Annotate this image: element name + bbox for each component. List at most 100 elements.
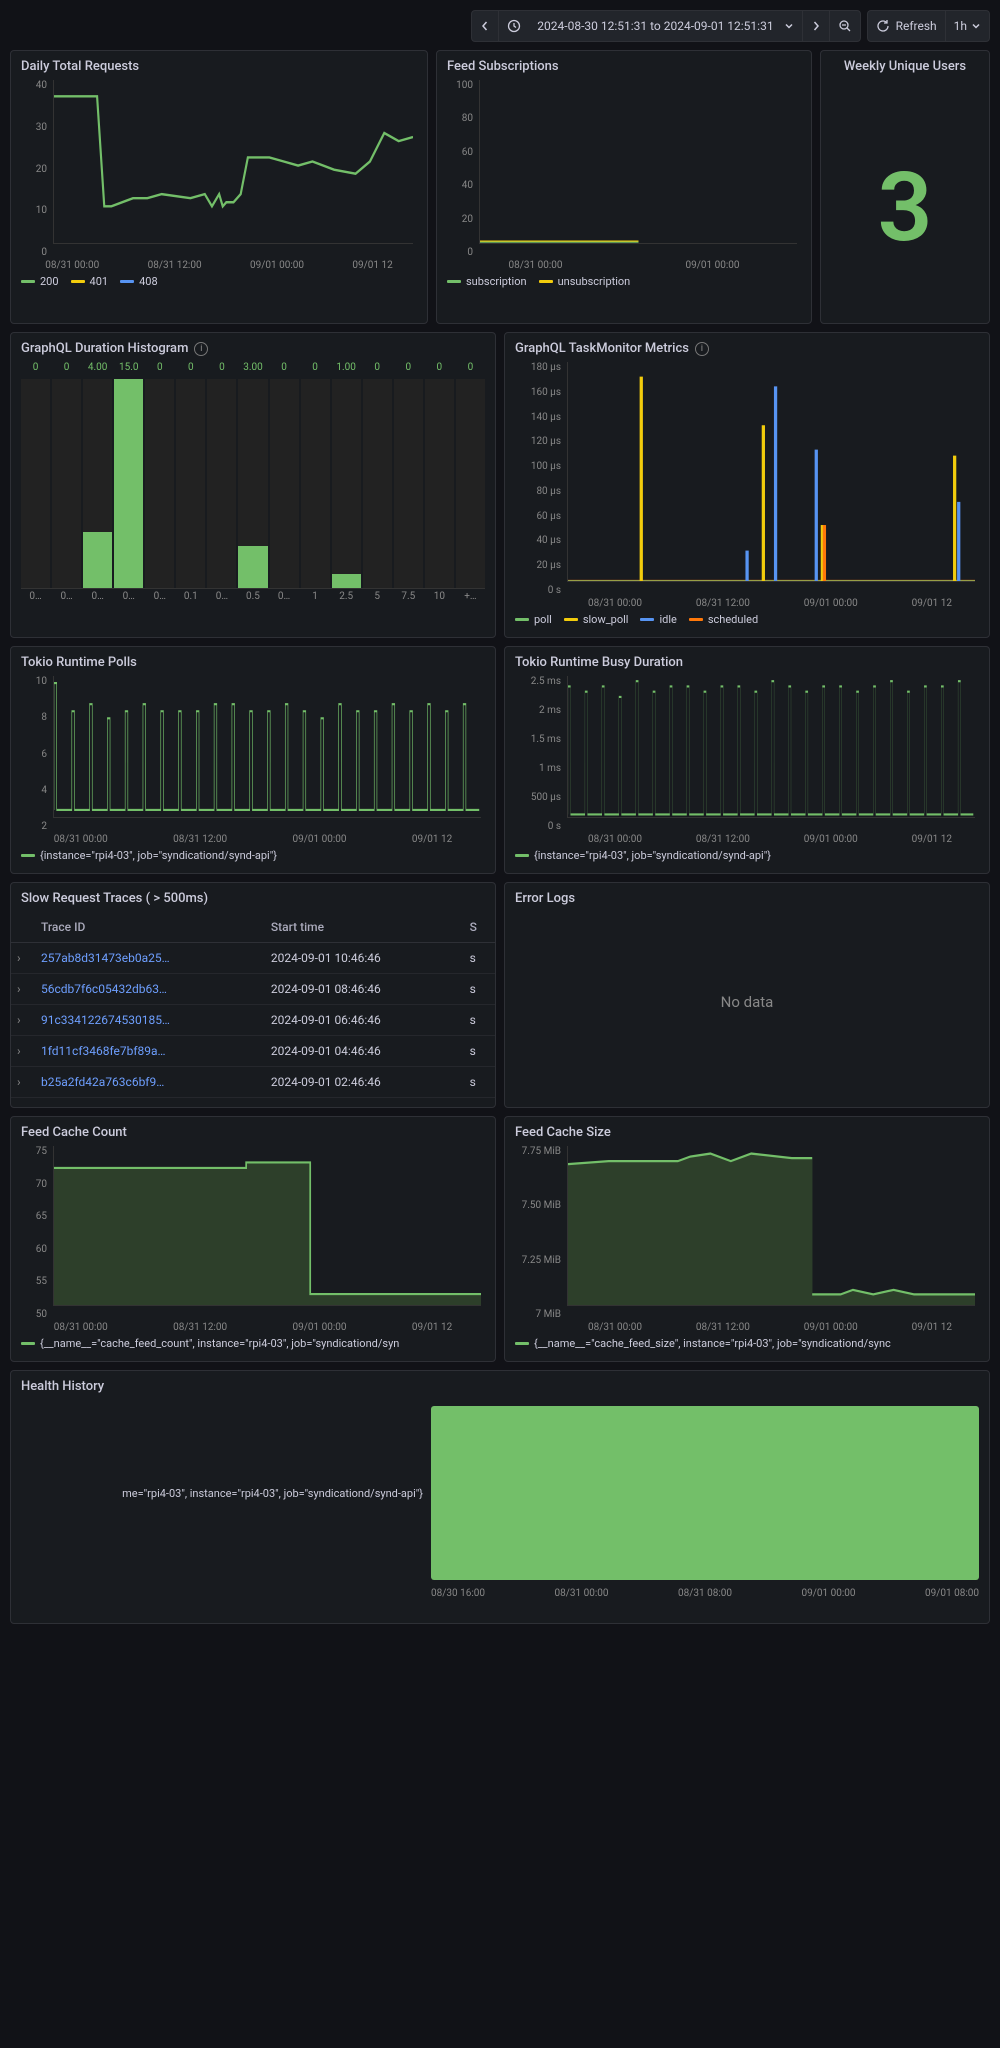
y-axis: 2.5 ms2 ms1.5 ms1 ms500 µs0 s [515, 676, 565, 832]
refresh-interval-button[interactable]: 1h [946, 11, 989, 41]
refresh-picker: Refresh 1h [867, 10, 990, 42]
panel-taskmonitor[interactable]: GraphQL TaskMonitor Metrics i 180 µs160 … [504, 332, 990, 638]
y-axis: 100806040200 [447, 80, 477, 258]
panel-title: Feed Cache Size [515, 1125, 979, 1140]
panel-feed-cache-count[interactable]: Feed Cache Count 757065605550 08/31 00:0… [10, 1116, 496, 1362]
info-icon[interactable]: i [695, 342, 709, 356]
panel-health-history[interactable]: Health History me="rpi4-03", instance="r… [10, 1370, 990, 1624]
histogram-x-labels: 0…0…0…0…0…0.10…0.50…12.557.510+… [21, 591, 485, 602]
y-axis: 7.75 MiB7.50 MiB7.25 MiB7 MiB [515, 1146, 565, 1320]
legend: {__name__="cache_feed_count", instance="… [21, 1333, 485, 1352]
panel-title: Slow Request Traces ( > 500ms) [11, 891, 495, 906]
time-toolbar: 2024-08-30 12:51:31 to 2024-09-01 12:51:… [10, 10, 990, 42]
trace-id-link[interactable]: b25a2fd42a763c6bf9… [35, 1067, 265, 1098]
trace-id-link[interactable]: f9b812444df41a033f1… [35, 1098, 265, 1109]
chart-spikes [568, 676, 975, 817]
legend-item[interactable]: unsubscription [539, 275, 631, 288]
legend: poll slow_poll idle scheduled [515, 609, 979, 628]
expand-icon[interactable]: › [11, 943, 35, 974]
health-status-bar [431, 1406, 979, 1580]
x-axis: 08/30 16:0008/31 00:0008/31 08:0009/01 0… [21, 1586, 979, 1603]
panel-feed-subscriptions[interactable]: Feed Subscriptions 100806040200 08/31 00… [436, 50, 812, 324]
time-range-button[interactable]: 2024-08-30 12:51:31 to 2024-09-01 12:51:… [499, 11, 801, 41]
legend-item[interactable]: 401 [71, 275, 109, 288]
trace-id-link[interactable]: 1fd11cf3468fe7bf89a… [35, 1036, 265, 1067]
y-axis: 180 µs160 µs140 µs120 µs100 µs80 µs60 µs… [515, 362, 565, 596]
info-icon[interactable]: i [194, 342, 208, 356]
histogram-counts: 004.0015.00003.00001.000000 [21, 362, 485, 373]
chart-spikes [568, 362, 975, 581]
trace-id-link[interactable]: 56cdb7f6c05432db63… [35, 974, 265, 1005]
expand-icon[interactable]: › [11, 974, 35, 1005]
legend: subscription unsubscription [447, 271, 801, 290]
panel-slow-traces[interactable]: Slow Request Traces ( > 500ms) Trace IDS… [10, 882, 496, 1108]
expand-icon[interactable]: › [11, 1067, 35, 1098]
panel-title: GraphQL TaskMonitor Metrics i [515, 341, 979, 356]
legend: {instance="rpi4-03", job="syndicationd/s… [21, 845, 485, 864]
panel-title: Feed Cache Count [21, 1125, 485, 1140]
health-row-label: me="rpi4-03", instance="rpi4-03", job="s… [21, 1400, 431, 1586]
expand-icon[interactable]: › [11, 1098, 35, 1109]
panel-daily-requests[interactable]: Daily Total Requests 403020100 08/31 00:… [10, 50, 428, 324]
y-axis: 757065605550 [21, 1146, 51, 1320]
legend: {instance="rpi4-03", job="syndicationd/s… [515, 845, 979, 864]
time-back-button[interactable] [472, 11, 498, 41]
legend-label: {instance="rpi4-03", job="syndicationd/s… [40, 849, 277, 862]
legend-item[interactable]: 200 [21, 275, 59, 288]
legend-item[interactable]: poll [515, 613, 552, 626]
panel-title: GraphQL Duration Histogram i [21, 341, 485, 356]
expand-icon[interactable]: › [11, 1036, 35, 1067]
table-row[interactable]: ›56cdb7f6c05432db63…2024-09-01 08:46:46s [11, 974, 495, 1005]
panel-title: Weekly Unique Users [829, 59, 981, 74]
chart-lines [54, 80, 413, 243]
legend-item[interactable]: scheduled [689, 613, 758, 626]
legend-item[interactable]: 408 [120, 275, 158, 288]
expand-icon[interactable]: › [11, 1005, 35, 1036]
legend: {__name__="cache_feed_size", instance="r… [515, 1333, 979, 1352]
panel-graphql-histogram[interactable]: GraphQL Duration Histogram i 004.0015.00… [10, 332, 496, 638]
panel-feed-cache-size[interactable]: Feed Cache Size 7.75 MiB7.50 MiB7.25 MiB… [504, 1116, 990, 1362]
panel-title: Tokio Runtime Polls [21, 655, 485, 670]
panel-weekly-users[interactable]: Weekly Unique Users 3 [820, 50, 990, 324]
table-row[interactable]: ›91c334122674530185…2024-09-01 06:46:46s [11, 1005, 495, 1036]
chart-area [568, 1146, 975, 1305]
legend-item[interactable]: subscription [447, 275, 527, 288]
chart-area [54, 1146, 481, 1305]
panel-title: Tokio Runtime Busy Duration [515, 655, 979, 670]
zoom-out-button[interactable] [830, 11, 860, 41]
x-axis: 08/31 00:0008/31 12:0009/01 00:0009/01 1… [515, 1320, 979, 1333]
legend-label: {__name__="cache_feed_count", instance="… [40, 1337, 399, 1350]
table-row[interactable]: ›b25a2fd42a763c6bf9…2024-09-01 02:46:46s [11, 1067, 495, 1098]
chart-spikes [54, 676, 481, 817]
legend: 200 401 408 [21, 271, 417, 290]
traces-table: Trace IDStart timeS ›257ab8d31473eb0a25…… [11, 912, 495, 1108]
panel-runtime-busy[interactable]: Tokio Runtime Busy Duration 2.5 ms2 ms1.… [504, 646, 990, 874]
time-range-picker: 2024-08-30 12:51:31 to 2024-09-01 12:51:… [471, 10, 860, 42]
panel-title: Daily Total Requests [21, 59, 417, 74]
histogram-bars [21, 379, 485, 589]
panel-title: Feed Subscriptions [447, 59, 801, 74]
panel-error-logs[interactable]: Error Logs No data [504, 882, 990, 1108]
x-axis: 08/31 00:0008/31 12:0009/01 00:0009/01 1… [21, 1320, 485, 1333]
legend-item[interactable]: idle [640, 613, 676, 626]
legend-label: {__name__="cache_feed_size", instance="r… [534, 1337, 891, 1350]
time-range-label: 2024-08-30 12:51:31 to 2024-09-01 12:51:… [527, 19, 783, 33]
panel-runtime-polls[interactable]: Tokio Runtime Polls 108642 08/31 00:0008… [10, 646, 496, 874]
legend-item[interactable]: slow_poll [564, 613, 629, 626]
table-row[interactable]: ›257ab8d31473eb0a25…2024-09-01 10:46:46s [11, 943, 495, 974]
stat-value: 3 [829, 80, 981, 324]
refresh-button[interactable]: Refresh [868, 11, 945, 41]
trace-id-link[interactable]: 257ab8d31473eb0a25… [35, 943, 265, 974]
refresh-label: Refresh [896, 19, 937, 33]
y-axis: 108642 [21, 676, 51, 832]
trace-id-link[interactable]: 91c334122674530185… [35, 1005, 265, 1036]
y-axis: 403020100 [21, 80, 51, 258]
x-axis: 08/31 00:0008/31 12:0009/01 00:0009/01 1… [515, 596, 979, 609]
x-axis: 08/31 00:0008/31 12:0009/01 00:0009/01 1… [21, 258, 417, 271]
x-axis: 08/31 00:0009/01 00:00 [447, 258, 801, 271]
table-row[interactable]: ›1fd11cf3468fe7bf89a…2024-09-01 04:46:46… [11, 1036, 495, 1067]
panel-title: Health History [21, 1379, 979, 1394]
time-forward-button[interactable] [803, 11, 829, 41]
table-row[interactable]: ›f9b812444df41a033f1…2024-09-01 00:46:46… [11, 1098, 495, 1109]
x-axis: 08/31 00:0008/31 12:0009/01 00:0009/01 1… [21, 832, 485, 845]
